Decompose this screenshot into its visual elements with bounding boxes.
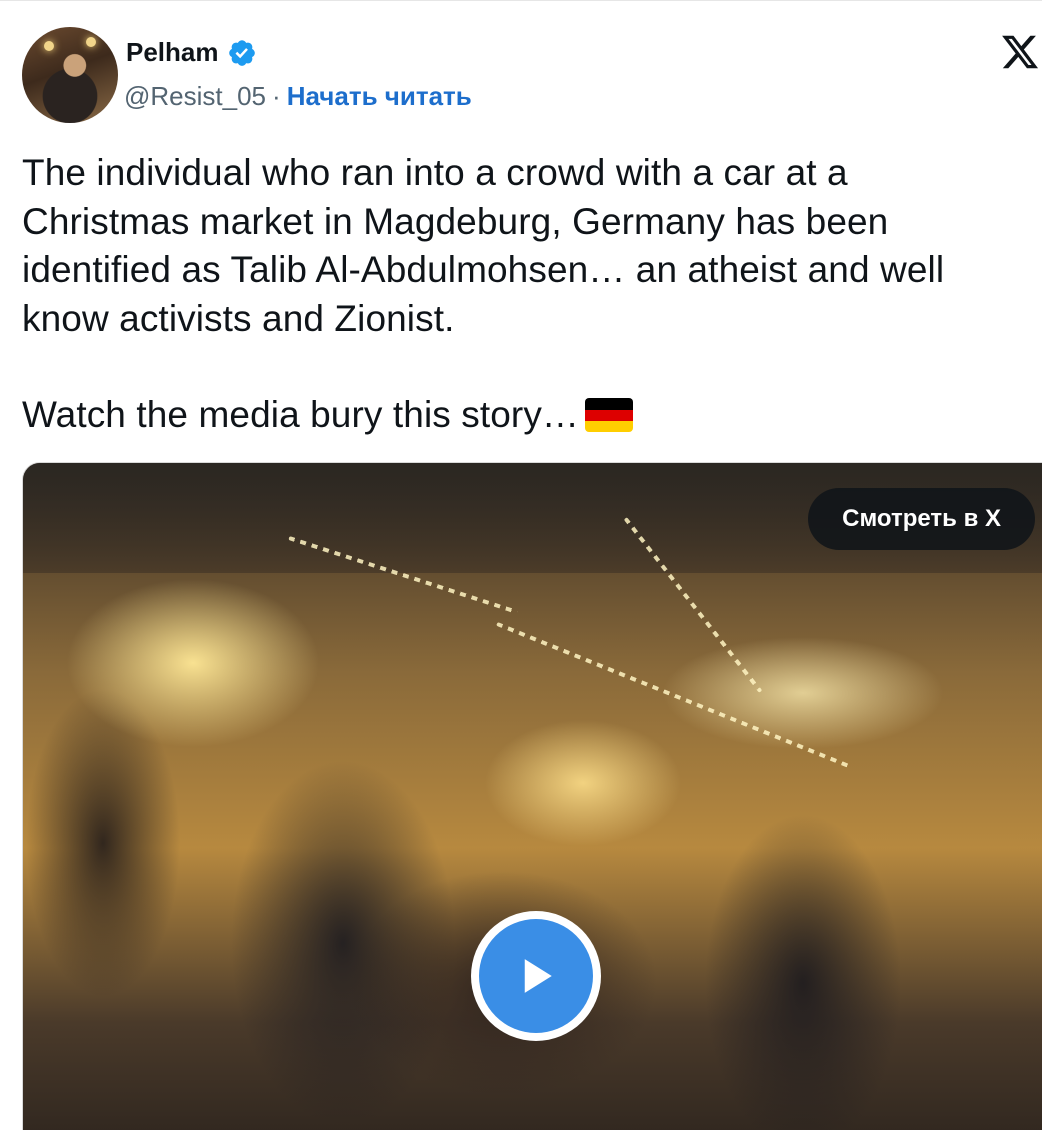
tweet-text: The individual who ran into a crowd with…: [22, 149, 1022, 440]
tweet-second-line: Watch the media bury this story…: [22, 394, 580, 435]
video-media[interactable]: Смотреть в X: [22, 462, 1042, 1130]
follow-link[interactable]: Начать читать: [287, 81, 472, 112]
germany-flag-icon: [585, 398, 634, 433]
verified-badge-icon: [228, 39, 255, 66]
x-logo-icon[interactable]: [1000, 31, 1040, 73]
avatar[interactable]: [22, 27, 118, 123]
separator-dot: ·: [272, 81, 281, 111]
tweet-card: Pelham @Resist_05 · Начать читать The in…: [0, 0, 1042, 1130]
author-name-row: Pelham: [126, 37, 257, 68]
avatar-light: [44, 41, 54, 51]
play-button[interactable]: [471, 911, 601, 1041]
author-handle[interactable]: @Resist_05: [124, 81, 266, 112]
tweet-paragraph-second: Watch the media bury this story…: [22, 391, 1022, 440]
lights-string: [496, 621, 850, 769]
play-icon: [524, 959, 552, 993]
author-handle-row: @Resist_05 · Начать читать: [124, 81, 472, 112]
play-button-circle: [479, 919, 593, 1033]
avatar-light: [86, 37, 96, 47]
tweet-paragraph-main: The individual who ran into a crowd with…: [22, 152, 945, 339]
author-name[interactable]: Pelham: [126, 37, 219, 68]
watch-on-x-button[interactable]: Смотреть в X: [808, 488, 1035, 550]
